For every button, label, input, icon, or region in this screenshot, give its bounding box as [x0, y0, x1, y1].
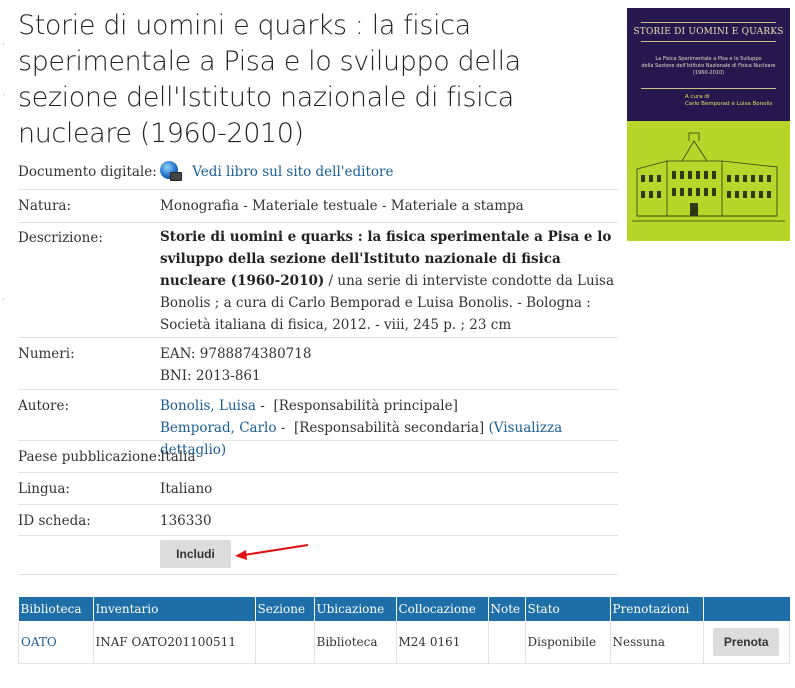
field-value: Monografia - Materiale testuale - Materi…: [160, 198, 524, 214]
holdings-header-row: Biblioteca Inventario Sezione Ubicazione…: [18, 597, 790, 621]
reservations-cell: Nessuna: [610, 621, 704, 664]
inventory-cell: INAF OATO201100511: [93, 621, 256, 664]
shelfmark-cell: M24 0161: [396, 621, 489, 664]
field-row-language: Lingua: Italiano: [18, 473, 618, 505]
field-value: Italiano: [160, 481, 213, 497]
author-link[interactable]: Bonolis, Luisa: [160, 398, 256, 414]
field-label: Paese pubblicazione:: [18, 449, 162, 465]
left-edge-marker: ·: [2, 295, 6, 306]
field-label: Numeri:: [18, 346, 75, 362]
cover-title: STORIE DI UOMINI E QUARKS: [633, 27, 784, 37]
field-label: Autore:: [18, 398, 69, 414]
left-edge-marker: ·: [2, 40, 6, 51]
table-row: OATO INAF OATO201100511 Biblioteca M24 0…: [18, 621, 790, 664]
author-role: [Responsabilità principale]: [273, 398, 458, 414]
col-header-sezione: Sezione: [255, 597, 315, 621]
col-header-note: Note: [488, 597, 526, 621]
record-title: Storie di uomini e quarks : la fisica sp…: [18, 10, 521, 149]
col-header-inventario: Inventario: [93, 597, 256, 621]
cover-authors: A cura di Carlo Bemporad e Luisa Bonolis: [685, 94, 773, 107]
field-value: Storie di uomini e quarks : la fisica sp…: [160, 226, 618, 336]
note-cell: [488, 621, 526, 664]
field-value: EAN: 9788874380718 BNI: 2013-861: [160, 343, 618, 387]
annotation-arrow: [235, 544, 309, 560]
book-cover-image: STORIE DI UOMINI E QUARKS La Fisica Sper…: [627, 8, 790, 241]
location-cell: Biblioteca: [314, 621, 397, 664]
globe-icon[interactable]: [160, 161, 182, 181]
publisher-link[interactable]: Vedi libro sul sito dell'editore: [192, 164, 393, 180]
field-row-numbers: Numeri: EAN: 9788874380718 BNI: 2013-861: [18, 338, 618, 390]
ean-value: EAN: 9788874380718: [160, 346, 312, 362]
col-header-stato: Stato: [525, 597, 611, 621]
col-header-biblioteca: Biblioteca: [18, 597, 94, 621]
field-row-id: ID scheda: 136330: [18, 505, 618, 536]
col-header-prenotazioni: Prenotazioni: [610, 597, 704, 621]
col-header-collocazione: Collocazione: [396, 597, 489, 621]
field-label: Lingua:: [18, 481, 70, 497]
includi-button[interactable]: Includi: [160, 540, 231, 568]
bni-value: BNI: 2013-861: [160, 368, 261, 384]
field-row-nature: Natura: Monografia - Materiale testuale …: [18, 190, 618, 223]
field-value: Italia: [160, 449, 196, 465]
field-label: Documento digitale:: [18, 164, 157, 180]
includi-row: [18, 536, 618, 575]
section-cell: [255, 621, 315, 664]
author-role: [Responsabilità secondaria]: [293, 420, 485, 436]
holdings-table: Biblioteca Inventario Sezione Ubicazione…: [18, 597, 790, 664]
author-link[interactable]: Bemporad, Carlo: [160, 420, 276, 436]
col-header-ubicazione: Ubicazione: [314, 597, 397, 621]
field-row-country: Paese pubblicazione: Italia: [18, 441, 618, 473]
library-link[interactable]: OATO: [21, 635, 57, 649]
field-label: Descrizione:: [18, 230, 103, 246]
cover-subtitle: La Fisica Sperimentale a Pisa e lo Svilu…: [641, 56, 776, 76]
field-value: Vedi libro sul sito dell'editore: [160, 161, 618, 183]
field-label: Natura:: [18, 198, 72, 214]
field-row-author: Autore: Bonolis, Luisa - [Responsabilità…: [18, 390, 618, 458]
cover-building-illustration: [627, 121, 790, 241]
field-row-digital: Documento digitale: Vedi libro sul sito …: [18, 155, 618, 190]
field-row-description: Descrizione: Storie di uomini e quarks :…: [18, 223, 618, 338]
field-label: ID scheda:: [18, 513, 91, 529]
status-cell: Disponibile: [525, 621, 611, 664]
field-value: 136330: [160, 513, 212, 529]
left-edge-marker: ·: [2, 90, 6, 101]
col-header-action: [703, 597, 790, 621]
prenota-button[interactable]: Prenota: [713, 628, 780, 656]
